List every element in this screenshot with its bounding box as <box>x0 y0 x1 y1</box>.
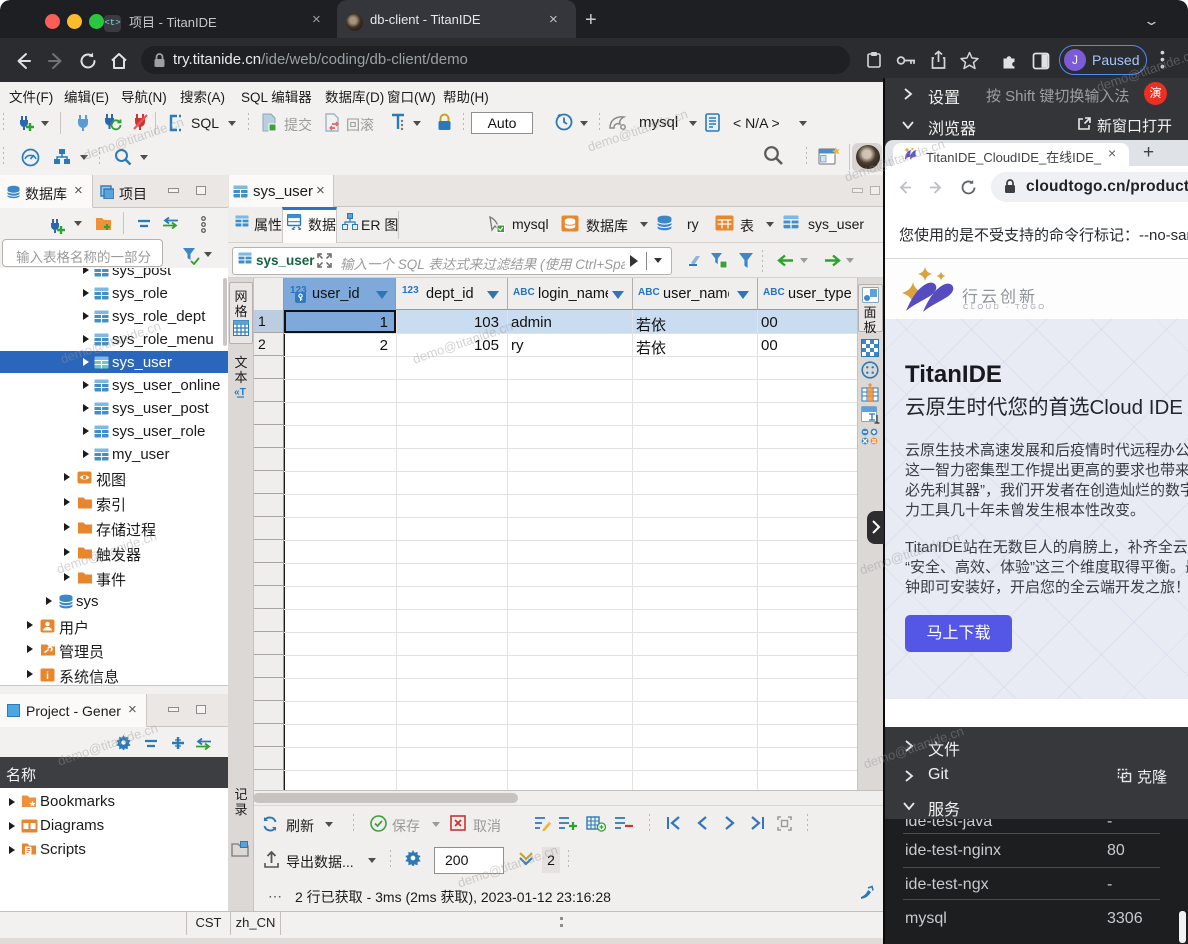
svg-text:«T: «T <box>234 387 246 398</box>
svg-text:i: i <box>46 671 49 682</box>
